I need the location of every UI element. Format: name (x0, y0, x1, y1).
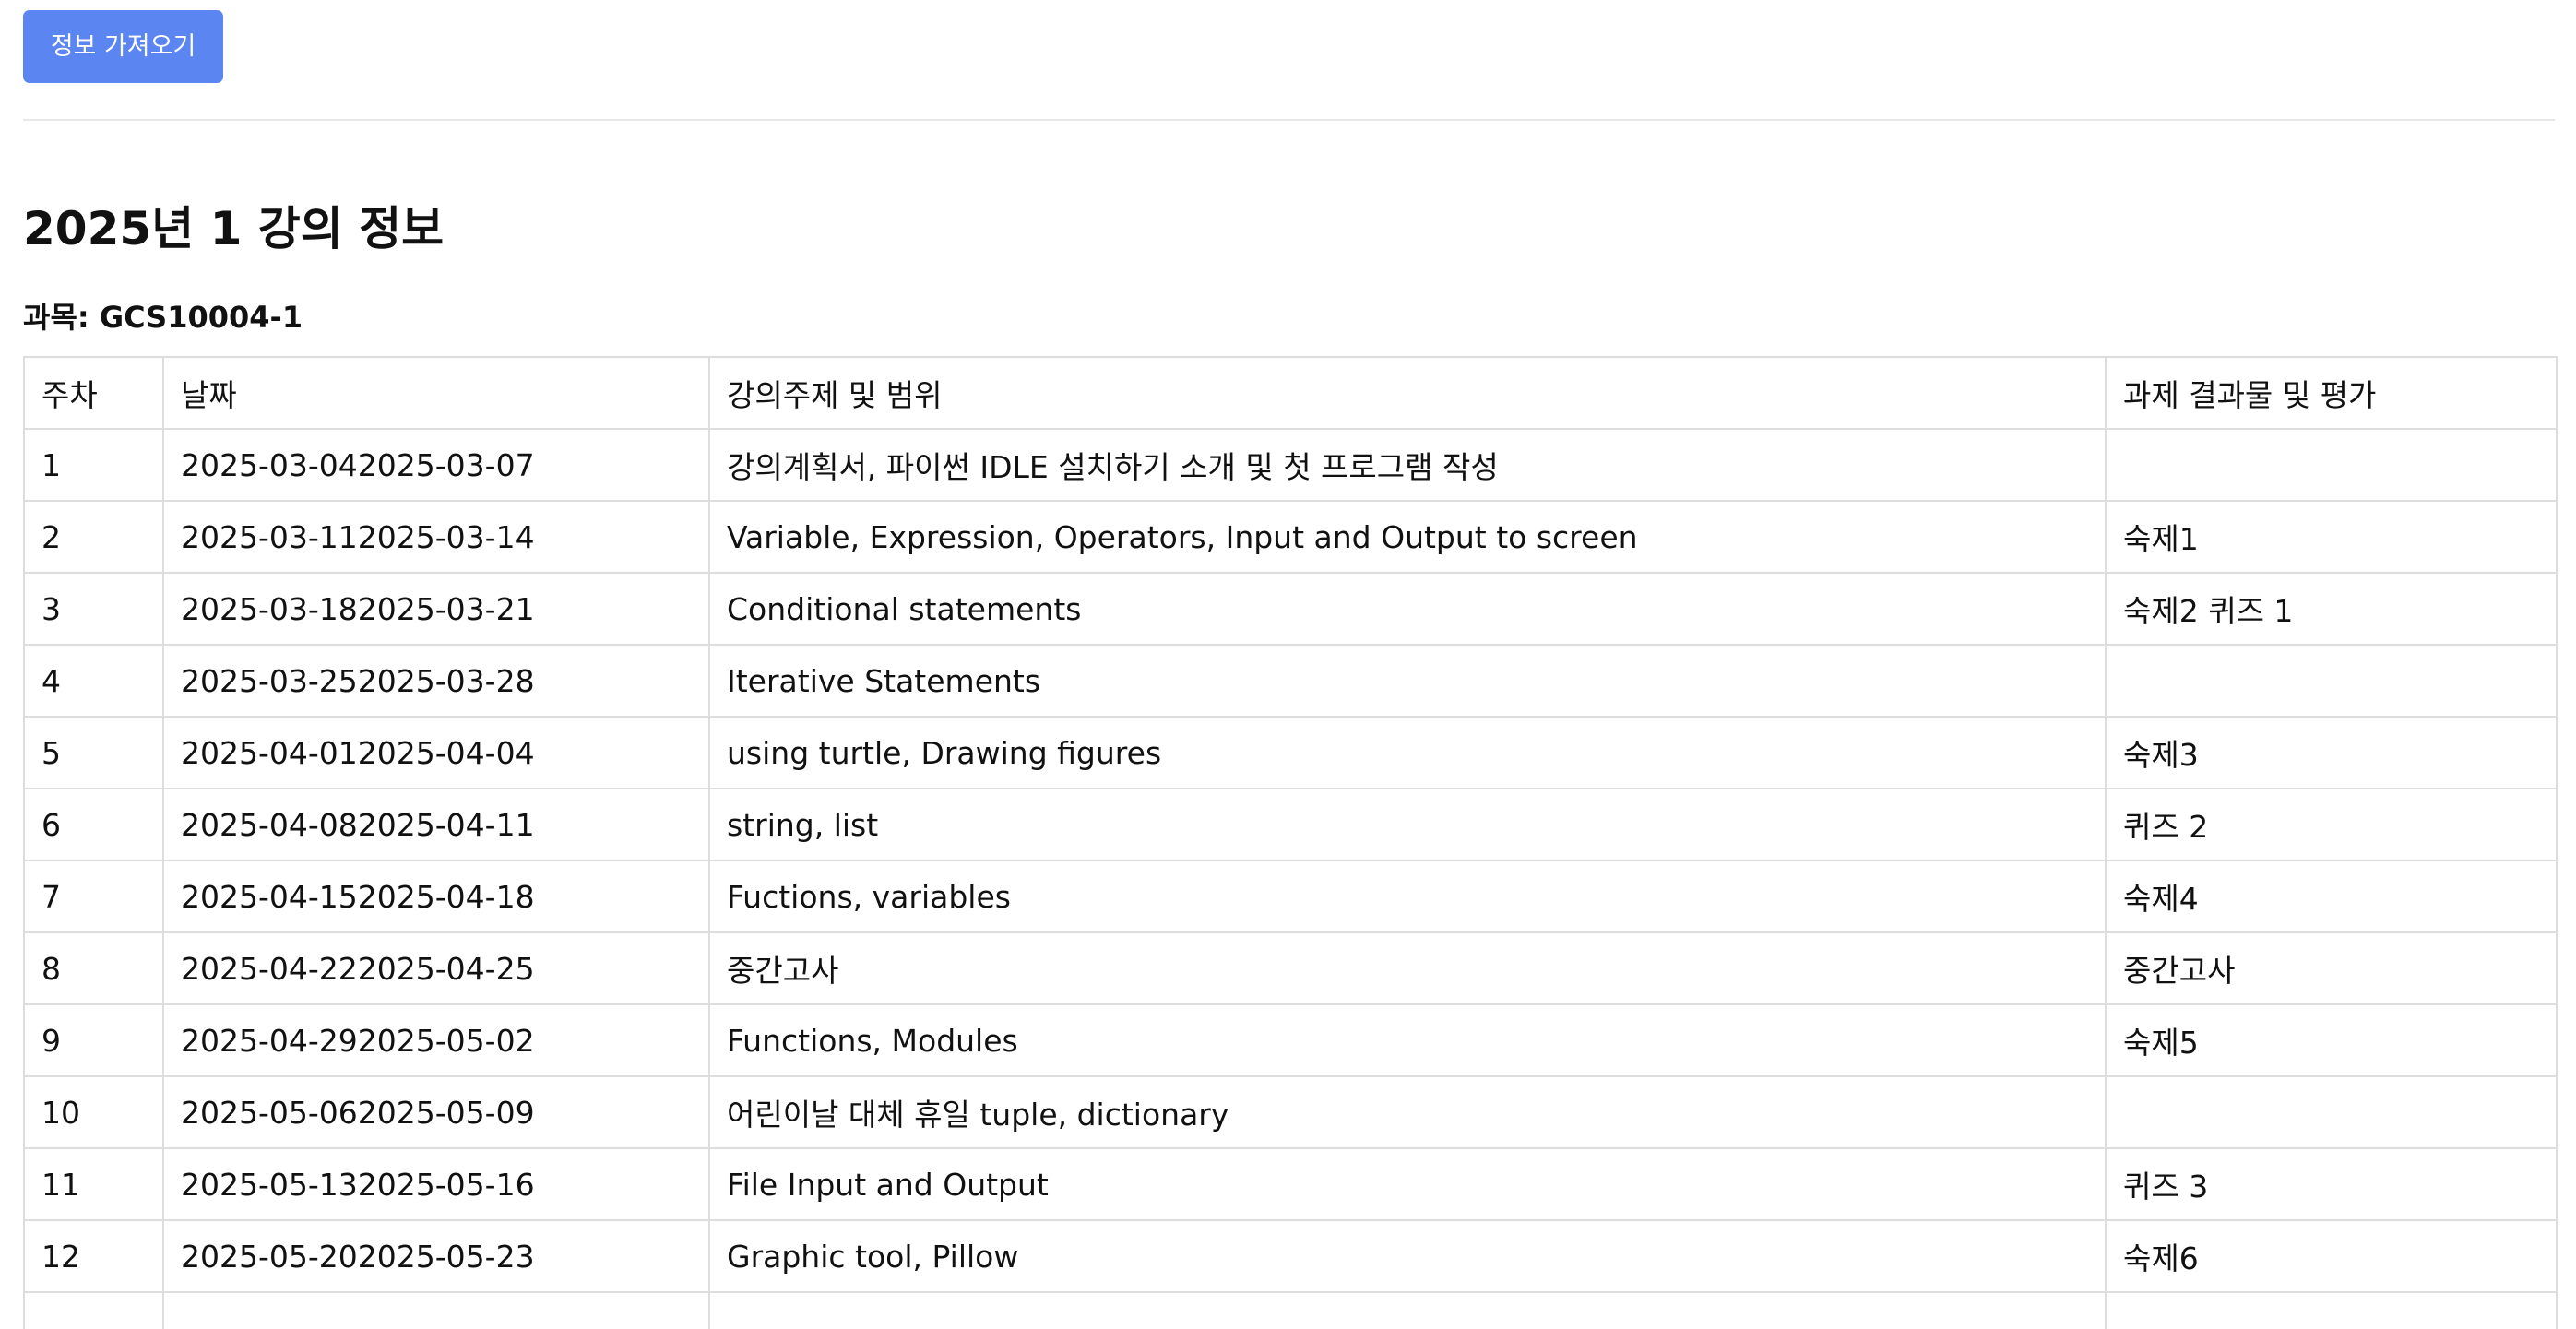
header-date: 날짜 (162, 356, 710, 430)
week-cell: 2 (23, 500, 164, 574)
result-cell: 중간고사 (2105, 931, 2558, 1005)
fetch-info-button[interactable]: 정보 가져오기 (23, 10, 223, 83)
topic-cell: Fuctions, variables (708, 860, 2107, 933)
topic-cell: Graphic tool, Pillow (708, 1219, 2107, 1293)
topic-cell: 중간고사 (708, 931, 2107, 1005)
result-cell: 숙제3 (2105, 716, 2558, 789)
result-cell (2105, 1291, 2558, 1329)
date-cell: 2025-04-222025-04-25 (162, 931, 710, 1005)
week-cell: 4 (23, 644, 164, 718)
table-header: 주차 날짜 강의주제 및 범위 과제 결과물 및 평가 (23, 356, 2558, 430)
table-row: 3 2025-03-182025-03-21 Conditional stateme… (23, 572, 2558, 646)
result-cell: 숙제1 (2105, 500, 2558, 574)
topic-cell: using turtle, Drawing figures (708, 716, 2107, 789)
topic-cell: 강의계획서, 파이썬 IDLE 설치하기 소개 및 첫 프로그램 작성 (708, 428, 2107, 502)
result-cell: 숙제6 (2105, 1219, 2558, 1293)
topic-cell: Functions, Modules (708, 1003, 2107, 1077)
topic-cell: Variable, Expression, Operators, Input a… (708, 500, 2107, 574)
header-topic: 강의주제 및 범위 (708, 356, 2107, 430)
week-cell (23, 1291, 164, 1329)
table-row: 7 2025-04-152025-04-18 Fuctions, variables… (23, 860, 2558, 933)
page-title: 2025년 1 강의 정보 (23, 202, 445, 255)
date-cell: 2025-04-152025-04-18 (162, 860, 710, 933)
topic-cell: string, list (708, 788, 2107, 861)
week-cell: 3 (23, 572, 164, 646)
date-cell: 2025-04-082025-04-11 (162, 788, 710, 861)
table-row: 4 2025-03-252025-03-28 Iterative Statement… (23, 644, 2558, 718)
week-cell: 7 (23, 860, 164, 933)
result-cell: 퀴즈 2 (2105, 788, 2558, 861)
result-cell: 퀴즈 3 (2105, 1147, 2558, 1221)
table-row (23, 1291, 2558, 1329)
table-row: 12 2025-05-202025-05-23 Graphic tool, Pill… (23, 1219, 2558, 1293)
week-cell: 6 (23, 788, 164, 861)
date-cell: 2025-04-292025-05-02 (162, 1003, 710, 1077)
table-row: 1 2025-03-042025-03-07 강의계획서, 파이썬 IDLE 설치하… (23, 428, 2558, 502)
week-cell: 8 (23, 931, 164, 1005)
date-cell (162, 1291, 710, 1329)
week-cell: 12 (23, 1219, 164, 1293)
table-row: 10 2025-05-062025-05-09 어린이날 대체 휴일 tuple, … (23, 1075, 2558, 1149)
result-cell (2105, 428, 2558, 502)
header-row: 주차 날짜 강의주제 및 범위 과제 결과물 및 평가 (23, 356, 2558, 430)
week-cell: 11 (23, 1147, 164, 1221)
date-cell: 2025-03-252025-03-28 (162, 644, 710, 718)
schedule-table: 주차 날짜 강의주제 및 범위 과제 결과물 및 평가 1 2025-03-042… (23, 356, 2558, 1329)
table-row: 5 2025-04-012025-04-04 using turtle, Drawi… (23, 716, 2558, 789)
topic-cell: File Input and Output (708, 1147, 2107, 1221)
course-code: GCS10004-1 (99, 300, 303, 335)
table-row: 8 2025-04-222025-04-25 중간고사 중간고사 (23, 931, 2558, 1005)
date-cell: 2025-03-182025-03-21 (162, 572, 710, 646)
table-row: 6 2025-04-082025-04-11 string, list 퀴즈 2 (23, 788, 2558, 861)
date-cell: 2025-05-202025-05-23 (162, 1219, 710, 1293)
course-line: 과목: GCS10004-1 (23, 297, 303, 338)
page: 정보 가져오기 2025년 1 강의 정보 과목: GCS10004-1 주차 … (0, 0, 2576, 1329)
week-cell: 10 (23, 1075, 164, 1149)
table-row: 2 2025-03-112025-03-14 Variable, Expressio… (23, 500, 2558, 574)
result-cell: 숙제2 퀴즈 1 (2105, 572, 2558, 646)
date-cell: 2025-03-112025-03-14 (162, 500, 710, 574)
result-cell (2105, 1075, 2558, 1149)
date-cell: 2025-05-132025-05-16 (162, 1147, 710, 1221)
topic-cell (708, 1291, 2107, 1329)
topic-cell: 어린이날 대체 휴일 tuple, dictionary (708, 1075, 2107, 1149)
result-cell (2105, 644, 2558, 718)
table-row: 11 2025-05-132025-05-16 File Input and Out… (23, 1147, 2558, 1221)
week-cell: 1 (23, 428, 164, 502)
table-row: 9 2025-04-292025-05-02 Functions, Modules 숙… (23, 1003, 2558, 1077)
date-cell: 2025-05-062025-05-09 (162, 1075, 710, 1149)
week-cell: 9 (23, 1003, 164, 1077)
week-cell: 5 (23, 716, 164, 789)
date-cell: 2025-04-012025-04-04 (162, 716, 710, 789)
result-cell: 숙제5 (2105, 1003, 2558, 1077)
topic-cell: Iterative Statements (708, 644, 2107, 718)
result-cell: 숙제4 (2105, 860, 2558, 933)
header-week: 주차 (23, 356, 164, 430)
topic-cell: Conditional statements (708, 572, 2107, 646)
date-cell: 2025-03-042025-03-07 (162, 428, 710, 502)
course-label: 과목: (23, 300, 89, 335)
divider (23, 119, 2555, 121)
table-body: 1 2025-03-042025-03-07 강의계획서, 파이썬 IDLE 설치하… (23, 428, 2558, 1329)
header-result: 과제 결과물 및 평가 (2105, 356, 2558, 430)
